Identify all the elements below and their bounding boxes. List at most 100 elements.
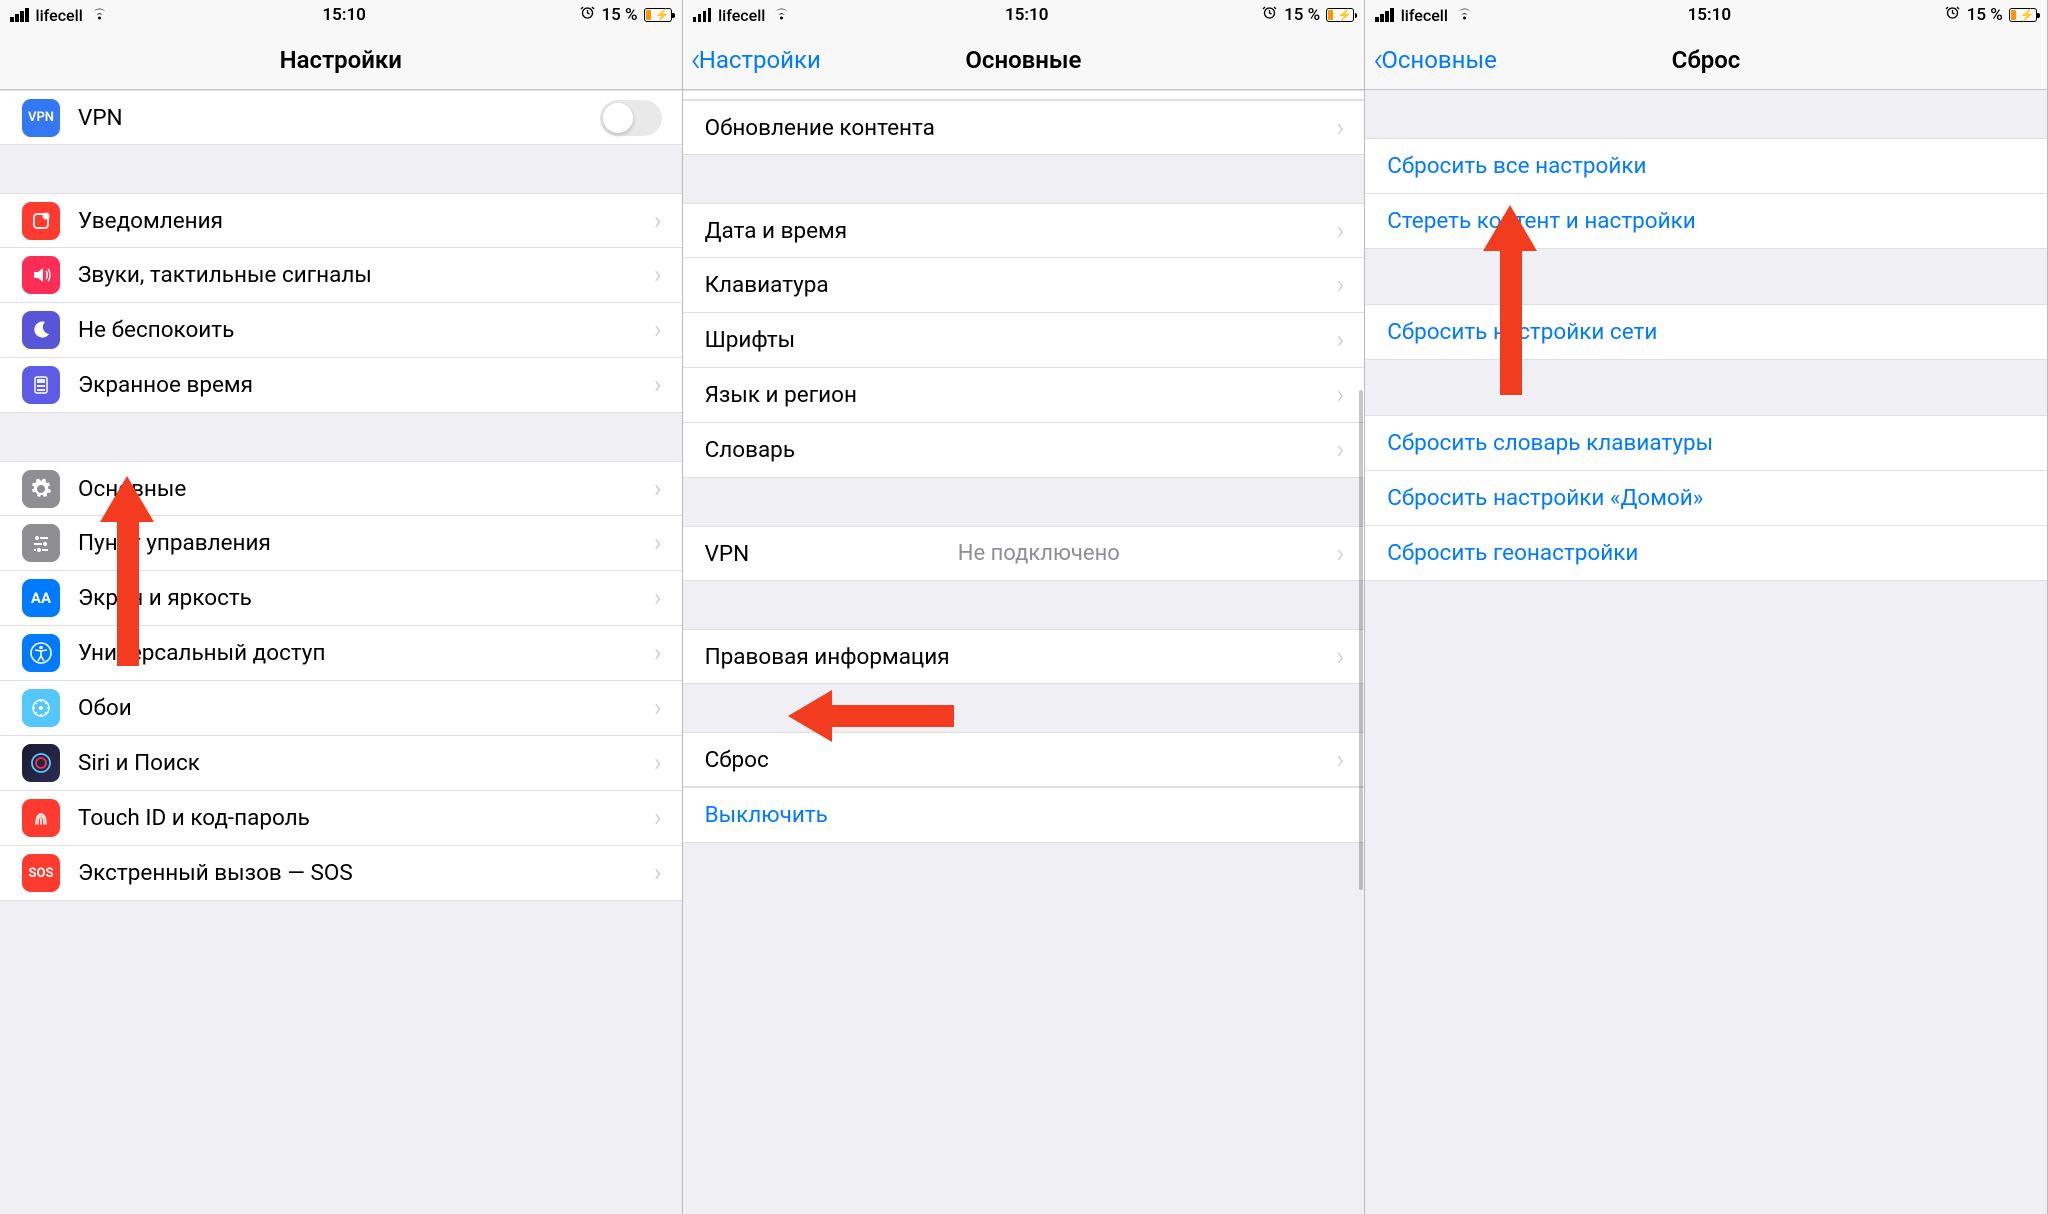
screen-settings: lifecell 15:10 15 % ⚡ Настройки VPN VPN (0, 0, 683, 1214)
content-reset[interactable]: Сбросить все настройки Стереть контент и… (1365, 90, 2047, 1214)
row-touchid[interactable]: Touch ID и код-пароль › (0, 791, 682, 846)
row-erase-all[interactable]: Стереть контент и настройки (1365, 194, 2047, 249)
row-reset-all[interactable]: Сбросить все настройки (1365, 138, 2047, 194)
row-screentime[interactable]: Экранное время › (0, 358, 682, 413)
row-label: Сбросить настройки сети (1387, 319, 1657, 345)
chevron-right-icon: › (654, 260, 662, 290)
row-label: Язык и регион (705, 382, 857, 408)
signal-icon (1375, 8, 1394, 22)
row-label: Универсальный доступ (78, 640, 325, 666)
back-button[interactable]: ‹ Настройки (691, 30, 821, 89)
battery-icon: ⚡ (642, 8, 672, 22)
row-dictionary[interactable]: Словарь › (683, 423, 1365, 478)
row-datetime[interactable]: Дата и время › (683, 203, 1365, 258)
row-label: Экстренный вызов — SOS (78, 860, 353, 886)
clock-label: 15:10 (1005, 5, 1048, 25)
row-wallpaper[interactable]: Обои › (0, 681, 682, 736)
content-general[interactable]: Обновление контента › Дата и время › Кла… (683, 90, 1365, 1214)
row-sounds[interactable]: Звуки, тактильные сигналы › (0, 248, 682, 303)
row-label: Сбросить настройки «Домой» (1387, 485, 1703, 511)
chevron-right-icon: › (654, 583, 662, 613)
status-bar: lifecell 15:10 15 % ⚡ (683, 0, 1365, 30)
nav-header: ‹ Основные Сброс (1365, 30, 2047, 90)
row-label: Уведомления (78, 208, 223, 234)
row-vpn2[interactable]: VPN Не подключено › (683, 526, 1365, 581)
row-label: Словарь (705, 437, 795, 463)
vpn-toggle[interactable] (600, 100, 662, 136)
wifi-icon (1455, 5, 1474, 25)
row-keyboard[interactable]: Клавиатура › (683, 258, 1365, 313)
sos-icon: SOS (22, 854, 60, 892)
screentime-icon (22, 366, 60, 404)
row-reset-home[interactable]: Сбросить настройки «Домой» (1365, 471, 2047, 526)
row-label: Обои (78, 695, 132, 721)
row-vpn[interactable]: VPN VPN (0, 90, 682, 145)
row-legal[interactable]: Правовая информация › (683, 629, 1365, 684)
chevron-right-icon: › (654, 858, 662, 888)
wifi-icon (90, 5, 109, 25)
chevron-right-icon: › (1336, 539, 1344, 569)
chevron-right-icon: › (654, 206, 662, 236)
row-label: Сбросить геонастройки (1387, 540, 1638, 566)
carrier-label: lifecell (718, 6, 765, 25)
row-dnd[interactable]: Не беспокоить › (0, 303, 682, 358)
row-notifications[interactable]: Уведомления › (0, 193, 682, 248)
battery-pct-label: 15 % (1967, 5, 2003, 25)
screen-general: lifecell 15:10 15 % ⚡ ‹ Настройки Основн… (683, 0, 1366, 1214)
row-label: VPN (705, 541, 750, 567)
dnd-icon (22, 311, 60, 349)
row-sos[interactable]: SOS Экстренный вызов — SOS › (0, 846, 682, 901)
row-language[interactable]: Язык и регион › (683, 368, 1365, 423)
content-settings[interactable]: VPN VPN Уведомления › Звуки, тактильные … (0, 90, 682, 1214)
battery-pct-label: 15 % (602, 5, 638, 25)
alarm-icon (1945, 5, 1960, 25)
row-reset-keyboard[interactable]: Сбросить словарь клавиатуры (1365, 415, 2047, 471)
row-accessibility[interactable]: Универсальный доступ › (0, 626, 682, 681)
battery-pct-label: 15 % (1284, 5, 1320, 25)
row-reset-location[interactable]: Сбросить геонастройки (1365, 526, 2047, 581)
row-display[interactable]: AA Экран и яркость › (0, 571, 682, 626)
notifications-icon (22, 202, 60, 240)
touchid-icon (22, 799, 60, 837)
row-general[interactable]: Основные › (0, 461, 682, 516)
status-bar: lifecell 15:10 15 % ⚡ (0, 0, 682, 30)
row-label: Выключить (705, 802, 828, 828)
chevron-right-icon: › (1336, 325, 1344, 355)
carrier-label: lifecell (36, 6, 83, 25)
row-siri[interactable]: Siri и Поиск › (0, 736, 682, 791)
row-label: Экранное время (78, 372, 253, 398)
carrier-label: lifecell (1401, 6, 1448, 25)
row-control-center[interactable]: Пункт управления › (0, 516, 682, 571)
row-label: Правовая информация (705, 644, 950, 670)
chevron-right-icon: › (1336, 270, 1344, 300)
row-label: VPN (78, 105, 123, 131)
screen-reset: lifecell 15:10 15 % ⚡ ‹ Основные Сброс С… (1365, 0, 2048, 1214)
row-detail: Не подключено (958, 541, 1120, 566)
chevron-right-icon: › (1336, 380, 1344, 410)
alarm-icon (1262, 5, 1277, 25)
row-label: Siri и Поиск (78, 750, 200, 776)
accessibility-icon (22, 634, 60, 672)
row-label: Сброс (705, 747, 769, 773)
gear-icon (22, 470, 60, 508)
row-fonts[interactable]: Шрифты › (683, 313, 1365, 368)
back-button[interactable]: ‹ Основные (1373, 30, 1497, 89)
control-center-icon (22, 524, 60, 562)
row-label: Звуки, тактильные сигналы (78, 262, 372, 288)
signal-icon (693, 8, 712, 22)
row-shutdown[interactable]: Выключить (683, 787, 1365, 843)
row-reset-network[interactable]: Сбросить настройки сети (1365, 304, 2047, 360)
chevron-right-icon: › (654, 748, 662, 778)
scrollbar[interactable] (1359, 390, 1363, 890)
battery-icon: ⚡ (2007, 8, 2037, 22)
row-label: Обновление контента (705, 115, 935, 141)
row-label: Экран и яркость (78, 585, 252, 611)
page-title: Настройки (280, 46, 402, 74)
row-label: Клавиатура (705, 272, 829, 298)
row-label: Шрифты (705, 327, 796, 353)
row-reset[interactable]: Сброс › (683, 732, 1365, 787)
row-label: Не беспокоить (78, 317, 234, 343)
chevron-right-icon: › (654, 528, 662, 558)
chevron-right-icon: › (654, 370, 662, 400)
row-background-refresh[interactable]: Обновление контента › (683, 100, 1365, 155)
